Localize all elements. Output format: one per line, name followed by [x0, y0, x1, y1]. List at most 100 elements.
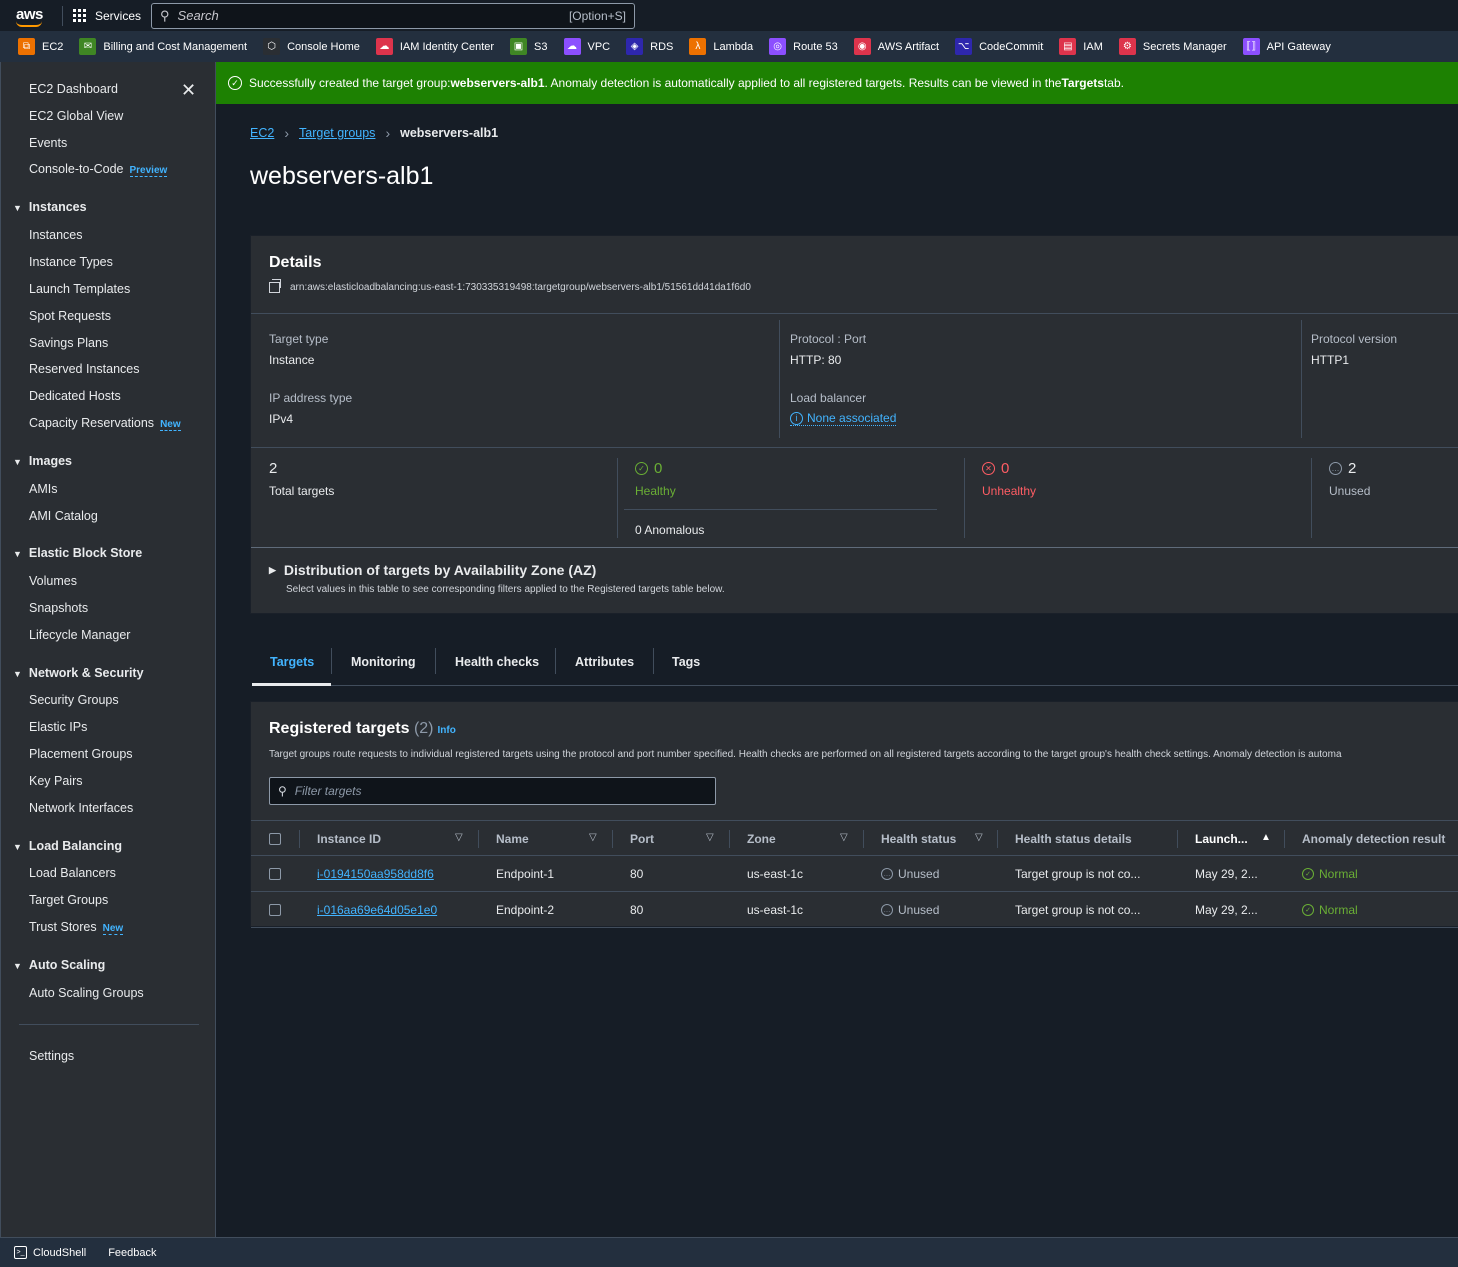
breadcrumb-target-groups[interactable]: Target groups	[299, 126, 375, 140]
sidebar-item-elastic-ips[interactable]: Elastic IPs	[29, 720, 87, 734]
sidebar-item-auto-scaling-groups[interactable]: Auto Scaling Groups	[29, 986, 144, 1000]
sidebar-item-reserved-instances[interactable]: Reserved Instances	[29, 362, 139, 376]
sort-icon[interactable]: ▽	[706, 832, 714, 843]
tab-monitoring[interactable]: Monitoring	[351, 638, 416, 685]
sidebar-item-instances[interactable]: Instances	[29, 228, 83, 242]
sidebar-item-amis[interactable]: AMIs	[29, 482, 57, 496]
copy-icon[interactable]	[269, 279, 281, 293]
favorite-iam[interactable]: ▤ IAM	[1059, 38, 1103, 55]
sort-icon[interactable]: ▽	[840, 832, 848, 843]
column-health-status[interactable]: Health status	[881, 821, 956, 857]
sidebar-item-key-pairs[interactable]: Key Pairs	[29, 774, 83, 788]
sidebar-item-lifecycle-manager[interactable]: Lifecycle Manager	[29, 628, 130, 642]
arn-copy[interactable]: arn:aws:elasticloadbalancing:us-east-1:7…	[269, 279, 751, 293]
tab-attributes[interactable]: Attributes	[575, 638, 634, 685]
row-checkbox[interactable]	[269, 868, 281, 880]
distribution-description: Select values in this table to see corre…	[286, 584, 725, 595]
favorite-console-home[interactable]: ⬡ Console Home	[263, 38, 360, 55]
distribution-expander[interactable]: ▶ Distribution of targets by Availability…	[269, 562, 596, 578]
sidebar-item-launch-templates[interactable]: Launch Templates	[29, 282, 130, 296]
load-balancer-none-link[interactable]: i None associated	[790, 411, 897, 426]
favorite-api-gateway[interactable]: ⟦⟧ API Gateway	[1242, 38, 1331, 55]
sidebar-item-savings-plans[interactable]: Savings Plans	[29, 336, 108, 350]
favorite-s3[interactable]: ▣ S3	[510, 38, 548, 55]
filter-targets-input[interactable]: ⚲ Filter targets	[269, 777, 716, 805]
divider	[1301, 320, 1302, 438]
sidebar-item-capacity-reservations[interactable]: Capacity Reservations New	[29, 416, 181, 431]
sidebar-section-images[interactable]: ▼ Images	[13, 454, 72, 468]
tab-health-checks[interactable]: Health checks	[455, 638, 539, 685]
sidebar-item-instance-types[interactable]: Instance Types	[29, 255, 113, 269]
total-targets-label: Total targets	[269, 484, 335, 498]
cell-launch-time: May 29, 2...	[1195, 903, 1258, 917]
favorite-rds[interactable]: ◈ RDS	[626, 38, 673, 55]
sort-icon[interactable]: ▽	[975, 832, 983, 843]
column-anomaly-detection-result[interactable]: Anomaly detection result	[1302, 821, 1445, 857]
sidebar-item-volumes[interactable]: Volumes	[29, 574, 77, 588]
favorite-ec2[interactable]: ⧉ EC2	[18, 38, 63, 55]
sidebar-item-console-to-code[interactable]: Console-to-Code Preview	[29, 162, 168, 177]
sidebar-item-ec2-dashboard[interactable]: EC2 Dashboard	[29, 82, 118, 96]
cloudshell-icon: >_	[14, 1246, 27, 1259]
favorite-billing-and-cost-management[interactable]: ✉ Billing and Cost Management	[79, 38, 247, 55]
column-launch-time[interactable]: Launch...	[1195, 821, 1248, 857]
search-input[interactable]: ⚲ Search [Option+S]	[151, 2, 636, 29]
favorite-route-53[interactable]: ◎ Route 53	[769, 38, 838, 55]
cloudshell-button[interactable]: CloudShell	[33, 1247, 86, 1259]
favorite-lambda[interactable]: λ Lambda	[689, 38, 753, 55]
sidebar-item-security-groups[interactable]: Security Groups	[29, 693, 119, 707]
favorite-aws-artifact[interactable]: ◉ AWS Artifact	[853, 38, 939, 55]
column-instance-id[interactable]: Instance ID	[317, 821, 381, 857]
sidebar-item-target-groups[interactable]: Target Groups	[29, 893, 108, 907]
close-icon[interactable]: ✕	[181, 80, 196, 101]
sidebar-item-load-balancers[interactable]: Load Balancers	[29, 866, 116, 880]
sidebar-section-ebs[interactable]: ▼ Elastic Block Store	[13, 546, 142, 560]
sidebar-item-network-interfaces[interactable]: Network Interfaces	[29, 801, 133, 815]
sidebar-item-ec2-global-view[interactable]: EC2 Global View	[29, 109, 123, 123]
column-name[interactable]: Name	[496, 821, 529, 857]
instance-id-link[interactable]: i-016aa69e64d05e1e0	[317, 892, 437, 928]
sort-icon[interactable]: ▽	[589, 832, 597, 843]
console-footer: >_ CloudShell Feedback	[0, 1237, 1458, 1267]
sidebar-section-instances[interactable]: ▼ Instances	[13, 200, 87, 214]
new-badge: New	[102, 923, 124, 935]
sidebar-item-placement-groups[interactable]: Placement Groups	[29, 747, 133, 761]
favorite-codecommit[interactable]: ⌥ CodeCommit	[955, 38, 1043, 55]
unhealthy-label: Unhealthy	[982, 484, 1037, 498]
sort-ascending-icon[interactable]: ▲	[1261, 832, 1271, 843]
sidebar-item-settings[interactable]: Settings	[29, 1049, 74, 1063]
protocol-port-value: HTTP: 80	[790, 353, 842, 367]
favorite-secrets-manager[interactable]: ⚙ Secrets Manager	[1118, 38, 1227, 55]
unhealthy-count: ✕ 0	[982, 460, 1009, 477]
sidebar-item-dedicated-hosts[interactable]: Dedicated Hosts	[29, 389, 121, 403]
sidebar-item-ami-catalog[interactable]: AMI Catalog	[29, 509, 98, 523]
instance-id-link[interactable]: i-0194150aa958dd8f6	[317, 856, 434, 892]
services-menu-button[interactable]: Services	[73, 8, 141, 23]
sidebar-section-auto-scaling[interactable]: ▼ Auto Scaling	[13, 958, 105, 972]
tab-tags[interactable]: Tags	[672, 638, 700, 685]
favorite-iam-identity-center[interactable]: ☁ IAM Identity Center	[375, 38, 494, 55]
aws-logo[interactable]: aws	[14, 4, 58, 28]
sidebar-item-spot-requests[interactable]: Spot Requests	[29, 309, 111, 323]
sidebar-section-network-security[interactable]: ▼ Network & Security	[13, 666, 144, 680]
feedback-button[interactable]: Feedback	[108, 1247, 156, 1259]
favorite-vpc[interactable]: ☁ VPC	[563, 38, 610, 55]
column-port[interactable]: Port	[630, 821, 654, 857]
column-zone[interactable]: Zone	[747, 821, 776, 857]
chevron-right-icon: ›	[284, 125, 289, 141]
select-all-checkbox[interactable]	[269, 833, 281, 845]
breadcrumb-ec2[interactable]: EC2	[250, 126, 274, 140]
sidebar-item-trust-stores[interactable]: Trust Stores New	[29, 920, 124, 935]
unused-dots-icon: …	[881, 904, 893, 916]
divider	[331, 648, 332, 674]
info-link[interactable]: Info	[438, 725, 456, 736]
column-health-status-details[interactable]: Health status details	[1015, 821, 1132, 857]
row-checkbox[interactable]	[269, 904, 281, 916]
iam-icon: ▤	[1059, 38, 1077, 55]
sort-icon[interactable]: ▽	[455, 832, 463, 843]
cell-health-status: … Unused	[881, 892, 939, 928]
sidebar-section-load-balancing[interactable]: ▼ Load Balancing	[13, 839, 122, 853]
sidebar-item-snapshots[interactable]: Snapshots	[29, 601, 88, 615]
sidebar-item-events[interactable]: Events	[29, 136, 67, 150]
tab-targets[interactable]: Targets	[270, 638, 314, 685]
